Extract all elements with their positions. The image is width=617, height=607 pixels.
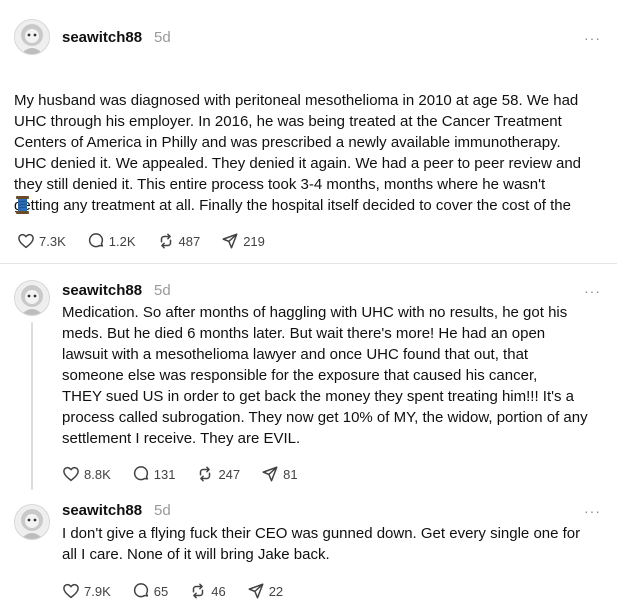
post-actions: 7.3K 1.2K 487 219	[17, 231, 286, 251]
post-time: 5d	[154, 282, 171, 299]
avatar[interactable]	[14, 19, 50, 55]
post-3: seawitch88 5d ··· I don't give a flying …	[0, 494, 617, 607]
share-icon	[221, 232, 239, 250]
repost-icon	[196, 465, 214, 483]
repost-button[interactable]: 487	[157, 232, 201, 250]
avatar-icon	[15, 505, 49, 539]
like-button[interactable]: 7.9K	[62, 582, 111, 600]
reply-button[interactable]: 131	[132, 465, 176, 483]
repost-count: 247	[218, 466, 241, 482]
post-actions: 8.8K 131 247 81	[62, 464, 319, 484]
share-button[interactable]: 22	[247, 582, 283, 600]
repost-icon	[157, 232, 175, 250]
thread-spool-icon	[15, 196, 30, 219]
comment-icon	[87, 232, 105, 250]
reply-count: 1.2K	[108, 233, 136, 249]
like-count: 7.3K	[39, 233, 66, 249]
like-button[interactable]: 7.3K	[17, 232, 66, 250]
heart-icon	[62, 465, 80, 483]
username[interactable]: seawitch88	[62, 29, 142, 46]
post-text: Medication. So after months of haggling …	[62, 304, 588, 447]
share-button[interactable]: 81	[261, 465, 298, 483]
repost-count: 487	[178, 233, 201, 249]
avatar[interactable]	[14, 504, 50, 540]
username[interactable]: seawitch88	[62, 282, 142, 299]
post-2: seawitch88 5d ··· Medication. So after m…	[0, 264, 617, 494]
share-icon	[261, 465, 279, 483]
post-time: 5d	[154, 502, 171, 519]
repost-icon	[189, 582, 207, 600]
more-options-icon[interactable]: ···	[584, 503, 601, 519]
like-button[interactable]: 8.8K	[62, 465, 111, 483]
heart-icon	[62, 582, 80, 600]
repost-count: 46	[211, 583, 226, 599]
heart-icon	[17, 232, 35, 250]
post-body: My husband was diagnosed with peritoneal…	[14, 92, 582, 214]
share-button[interactable]: 219	[221, 232, 265, 250]
reply-button[interactable]: 1.2K	[87, 232, 136, 250]
post-text: I don't give a flying fuck their CEO was…	[62, 525, 581, 563]
share-count: 219	[243, 233, 265, 249]
comment-icon	[132, 582, 150, 600]
thread-line	[31, 322, 33, 490]
post-1: seawitch88 5d ··· My husband was diagnos…	[0, 0, 617, 262]
repost-button[interactable]: 247	[196, 465, 240, 483]
share-count: 81	[283, 466, 298, 482]
post-actions: 7.9K 65 46 22	[62, 581, 304, 601]
username[interactable]: seawitch88	[62, 502, 142, 519]
share-count: 22	[268, 583, 284, 599]
reply-count: 65	[153, 583, 169, 599]
comment-icon	[132, 465, 150, 483]
more-options-icon[interactable]: ···	[584, 30, 601, 46]
avatar-icon	[15, 281, 49, 315]
post-text: My husband was diagnosed with peritoneal…	[14, 69, 609, 216]
post-time: 5d	[154, 29, 171, 46]
reply-button[interactable]: 65	[132, 582, 168, 600]
like-count: 8.8K	[84, 466, 111, 482]
reply-count: 131	[153, 466, 176, 482]
like-count: 7.9K	[84, 583, 111, 599]
avatar-icon	[15, 20, 49, 54]
share-icon	[247, 582, 265, 600]
more-options-icon[interactable]: ···	[584, 283, 601, 299]
repost-button[interactable]: 46	[189, 582, 226, 600]
avatar[interactable]	[14, 280, 50, 316]
